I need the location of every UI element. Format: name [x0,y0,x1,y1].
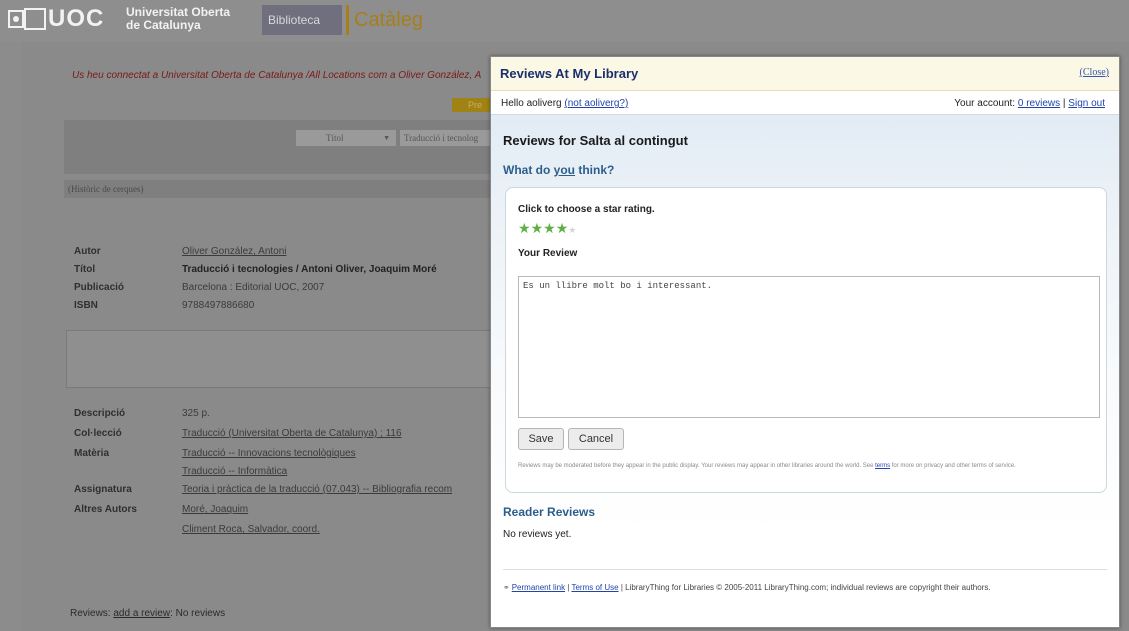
reader-reviews-heading: Reader Reviews [503,505,596,519]
other-author-link-2[interactable]: Climent Roca, Salvador, coord. [182,524,320,535]
star-icon[interactable]: ★ [568,225,576,235]
account-links: Your account: 0 reviews | Sign out [954,98,1105,109]
nav-divider [346,5,349,35]
nav-cataleg[interactable]: Catàleg [354,5,423,35]
star-rating-label: Click to choose a star rating. [518,204,655,215]
your-review-label: Your Review [518,248,578,259]
subject-link-2[interactable]: Traducció -- Informàtica [182,466,287,477]
modal-footer: ⚭ Permanent link | Terms of Use | Library… [503,583,991,592]
modal-title: Reviews At My Library [500,66,639,81]
not-user-link[interactable]: (not aoliverg?) [564,98,628,109]
modal-body: Reviews for Salta al contingut What do y… [491,115,1119,627]
review-form: Click to choose a star rating. ★★★★★ You… [505,187,1107,493]
subject-link-1[interactable]: Traducció -- Innovacions tecnològiques [182,448,356,459]
star-icon[interactable]: ★ [518,220,531,236]
modal-header: Reviews At My Library (Close) [491,57,1119,91]
no-reviews-text: No reviews yet. [503,529,572,540]
terms-of-use-link[interactable]: Terms of Use [571,583,618,592]
reviews-modal: Reviews At My Library (Close) Hello aoli… [490,56,1120,628]
uoc-logo-icon [8,8,46,30]
search-panel: Títol ▼ Traducció i tecnolog [64,120,504,174]
search-field-select[interactable]: Títol ▼ [296,130,396,146]
review-textarea[interactable]: Es un llibre molt bo i interessant. [518,276,1100,418]
sign-out-link[interactable]: Sign out [1068,98,1105,109]
summary-box [66,330,504,388]
collection-link[interactable]: Traducció (Universitat Oberta de Catalun… [182,428,402,439]
reviews-heading: Reviews for Salta al contingut [503,133,688,148]
add-review-link[interactable]: add a review [113,608,170,619]
other-author-link-1[interactable]: Moré, Joaquim [182,504,248,515]
search-input[interactable]: Traducció i tecnolog [400,130,504,146]
search-button[interactable]: Pre [452,98,492,112]
chain-link-icon: ⚭ [503,583,510,592]
moderation-notice: Reviews may be moderated before they app… [518,463,1016,469]
course-link[interactable]: Teoria i pràctica de la traducció (07.04… [182,484,452,495]
my-reviews-link[interactable]: 0 reviews [1018,98,1060,109]
terms-link[interactable]: terms [875,463,890,469]
search-history[interactable]: (Històric de cerques) [64,180,504,198]
catalog-reviews-line: Reviews: add a review: No reviews [70,608,226,619]
star-icon[interactable]: ★ [531,220,544,236]
account-bar: Hello aoliverg (not aoliverg?) Your acco… [491,91,1119,115]
login-message: Us heu connectat a Universitat Oberta de… [72,70,482,81]
permanent-link[interactable]: Permanent link [512,583,565,592]
top-banner: UOC Universitat Oberta de Catalunya Bibl… [0,0,1129,42]
author-link[interactable]: Oliver González, Antoni [182,246,287,257]
select-arrow-icon: ▼ [383,134,390,142]
greeting: Hello aoliverg (not aoliverg?) [501,98,629,109]
star-icon[interactable]: ★ [543,220,556,236]
star-icon[interactable]: ★ [556,220,569,236]
what-do-you-think: What do you think? [503,163,615,177]
uoc-logo-text[interactable]: UOC [48,5,104,33]
save-button[interactable]: Save [518,428,564,450]
cancel-button[interactable]: Cancel [568,428,624,450]
footer-divider [503,569,1107,570]
university-name: Universitat Oberta de Catalunya [126,5,231,32]
nav-biblioteca[interactable]: Biblioteca [262,5,342,35]
close-link[interactable]: (Close) [1080,67,1109,78]
star-rating[interactable]: ★★★★★ [518,221,576,237]
